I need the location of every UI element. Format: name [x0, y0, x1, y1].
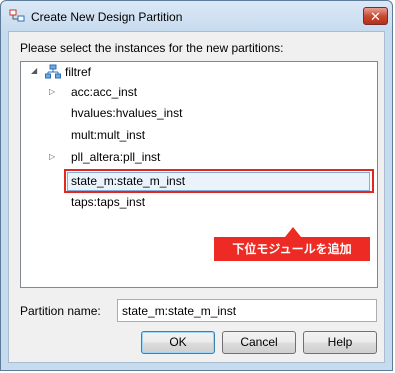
- partition-icon: [9, 9, 25, 23]
- hierarchy-icon: [45, 64, 61, 80]
- tree-item-acc[interactable]: acc:acc_inst: [71, 83, 137, 101]
- instruction-text: Please select the instances for the new …: [20, 41, 284, 55]
- annotation-pointer: [285, 227, 301, 237]
- tree-item-taps[interactable]: taps:taps_inst: [71, 193, 145, 211]
- collapse-arrow-icon[interactable]: ◢: [31, 67, 39, 75]
- ok-button[interactable]: OK: [141, 331, 215, 354]
- dialog-window: Create New Design Partition ✕ Please sel…: [0, 0, 393, 371]
- close-button[interactable]: ✕: [363, 7, 388, 25]
- annotation-highlight-box: [64, 169, 374, 193]
- title-bar[interactable]: Create New Design Partition ✕: [1, 1, 392, 31]
- tree-item-pll-altera[interactable]: pll_altera:pll_inst: [71, 148, 160, 166]
- tree-item-hvalues[interactable]: hvalues:hvalues_inst: [71, 104, 182, 122]
- tree-item-mult[interactable]: mult:mult_inst: [71, 126, 145, 144]
- cancel-button[interactable]: Cancel: [222, 331, 296, 354]
- window-title: Create New Design Partition: [31, 10, 183, 24]
- annotation-callout: 下位モジュールを追加: [214, 237, 370, 261]
- expand-arrow-icon[interactable]: ▷: [49, 153, 57, 161]
- instance-tree[interactable]: ◢ filtref ▷ acc:acc_inst hvalues:hvalues…: [20, 61, 378, 288]
- expand-arrow-icon[interactable]: ▷: [49, 88, 57, 96]
- tree-root-filtref[interactable]: filtref: [65, 63, 91, 81]
- dialog-body: Please select the instances for the new …: [8, 31, 385, 363]
- partition-name-field[interactable]: [117, 299, 377, 322]
- help-button[interactable]: Help: [303, 331, 377, 354]
- partition-name-label: Partition name:: [20, 304, 101, 318]
